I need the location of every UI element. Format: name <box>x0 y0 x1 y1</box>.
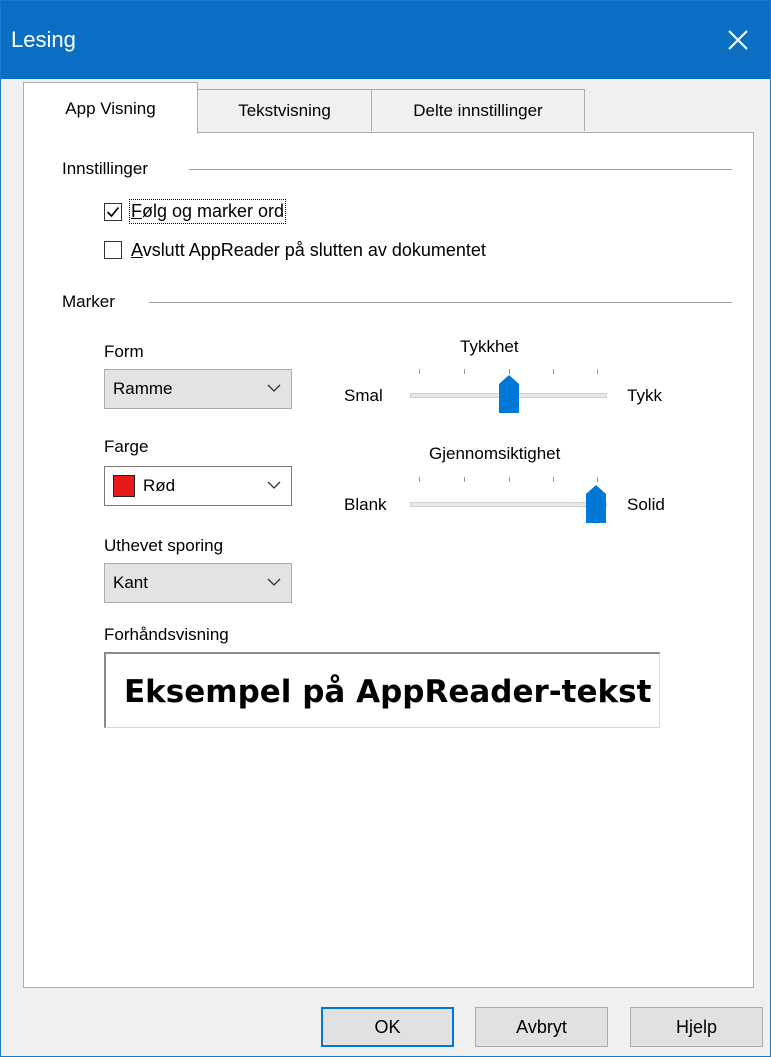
thickness-tick <box>597 369 598 374</box>
ok-button-label: OK <box>374 1016 401 1037</box>
settings-separator <box>189 169 732 170</box>
close-button[interactable] <box>712 13 764 67</box>
title-bar: Lesing <box>1 1 770 79</box>
cancel-button[interactable]: Avbryt <box>475 1007 608 1047</box>
accesskey-f: F <box>131 201 142 221</box>
color-swatch <box>113 475 135 497</box>
tab-label: Delte innstillinger <box>413 100 543 120</box>
window-title: Lesing <box>11 27 76 52</box>
tab-label: App Visning <box>65 98 156 118</box>
opacity-tick <box>464 477 465 482</box>
close-icon <box>728 30 748 50</box>
tracking-value: Kant <box>113 573 148 592</box>
color-label: Farge <box>104 437 149 456</box>
thickness-max-label: Tykk <box>627 386 662 405</box>
exit-at-end-label[interactable]: Avslutt AppReader på slutten av dokument… <box>131 240 486 261</box>
follow-highlight-label[interactable]: Følg og marker ord <box>128 199 287 224</box>
preview-box: Eksempel på AppReader-tekst <box>104 652 660 728</box>
chevron-down-icon <box>267 578 281 586</box>
chevron-down-icon <box>267 384 281 392</box>
opacity-tick <box>509 477 510 482</box>
opacity-tick <box>597 477 598 482</box>
tab-app-visning[interactable]: App Visning <box>23 82 198 134</box>
color-select[interactable]: Rød <box>104 466 292 506</box>
opacity-tick <box>553 477 554 482</box>
tracking-label: Uthevet sporing <box>104 536 224 555</box>
form-select[interactable]: Ramme <box>104 369 292 409</box>
help-button-label: Hjelp <box>675 1016 718 1037</box>
tracking-select[interactable]: Kant <box>104 563 292 603</box>
tab-tekstvisning[interactable]: Tekstvisning <box>197 89 372 131</box>
thickness-slider-thumb[interactable] <box>498 374 520 414</box>
dialog-window: Lesing Tekstvisning Delte innstillinger … <box>0 0 771 1057</box>
opacity-slider-thumb[interactable] <box>585 484 607 524</box>
opacity-label: Gjennomsiktighet <box>429 444 561 463</box>
thickness-tick <box>553 369 554 374</box>
form-label: Form <box>104 342 144 361</box>
thickness-label: Tykkhet <box>460 337 519 356</box>
ok-button[interactable]: OK <box>321 1007 454 1047</box>
cancel-button-label: Avbryt <box>516 1016 567 1037</box>
preview-label: Forhåndsvisning <box>104 625 229 644</box>
opacity-tick <box>419 477 420 482</box>
thickness-tick <box>464 369 465 374</box>
marker-separator <box>149 302 732 303</box>
help-button[interactable]: Hjelp <box>630 1007 763 1047</box>
label-rest: ølg og marker ord <box>142 201 285 221</box>
settings-group-label: Innstillinger <box>62 159 154 179</box>
opacity-min-label: Blank <box>344 495 387 514</box>
checkmark-icon <box>106 206 120 218</box>
opacity-slider-track[interactable] <box>410 502 607 507</box>
tab-delte-innstillinger[interactable]: Delte innstillinger <box>371 89 585 131</box>
color-value: Rød <box>143 476 176 495</box>
tab-label: Tekstvisning <box>238 100 331 120</box>
preview-sample-text: Eksempel på AppReader-tekst <box>124 674 652 710</box>
exit-at-end-checkbox[interactable] <box>104 241 122 259</box>
follow-highlight-checkbox[interactable] <box>104 203 122 221</box>
label-rest: vslutt AppReader på slutten av dokumente… <box>142 240 486 260</box>
accesskey-a: A <box>131 240 143 260</box>
opacity-max-label: Solid <box>627 495 665 514</box>
chevron-down-icon <box>267 481 281 489</box>
marker-group-label: Marker <box>62 292 121 312</box>
thickness-tick <box>419 369 420 374</box>
thickness-min-label: Smal <box>344 386 383 405</box>
form-value: Ramme <box>113 379 173 398</box>
